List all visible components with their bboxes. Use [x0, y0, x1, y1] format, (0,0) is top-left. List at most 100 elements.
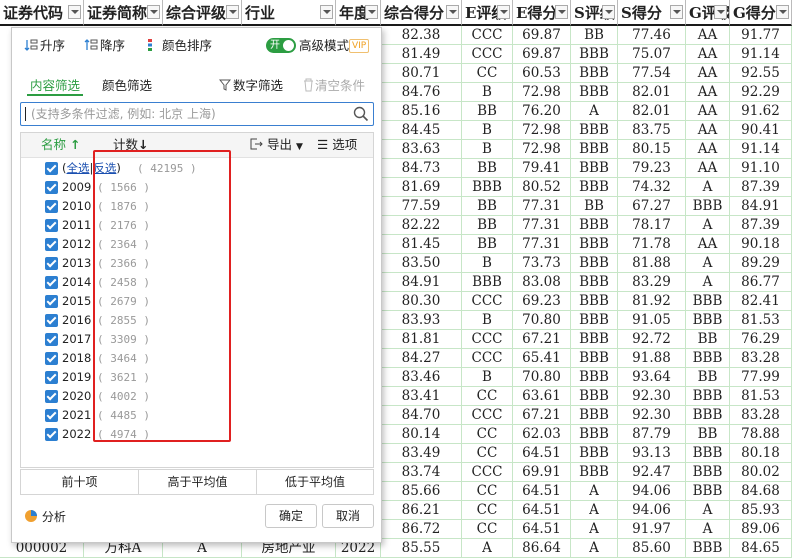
- table-cell[interactable]: 80.18: [730, 444, 792, 463]
- table-cell[interactable]: BBB: [686, 292, 730, 311]
- table-cell[interactable]: CC: [462, 444, 513, 463]
- checkbox[interactable]: [45, 238, 58, 251]
- checkbox[interactable]: [45, 428, 58, 441]
- table-cell[interactable]: 81.92: [618, 292, 686, 311]
- table-cell[interactable]: 77.31: [513, 235, 571, 254]
- table-cell[interactable]: 77.54: [618, 64, 686, 83]
- table-cell[interactable]: BBB: [571, 235, 618, 254]
- table-cell[interactable]: 87.39: [730, 216, 792, 235]
- table-cell[interactable]: B: [462, 368, 513, 387]
- column-header[interactable]: E得分: [513, 0, 571, 26]
- tab-content-filter[interactable]: 内容筛选: [30, 75, 80, 94]
- column-header[interactable]: S得分: [618, 0, 686, 26]
- options-button[interactable]: ☰ 选项: [317, 133, 357, 157]
- table-cell[interactable]: 81.53: [730, 387, 792, 406]
- table-cell[interactable]: AA: [686, 102, 730, 121]
- table-cell[interactable]: A: [686, 273, 730, 292]
- table-cell[interactable]: 94.06: [618, 501, 686, 520]
- column-header[interactable]: 证券简称: [84, 0, 163, 26]
- table-cell[interactable]: 82.01: [618, 102, 686, 121]
- table-cell[interactable]: 60.53: [513, 64, 571, 83]
- table-cell[interactable]: 70.80: [513, 311, 571, 330]
- checkbox[interactable]: [45, 371, 58, 384]
- column-header[interactable]: S评级: [571, 0, 618, 26]
- table-cell[interactable]: 83.75: [618, 121, 686, 140]
- table-cell[interactable]: B: [462, 140, 513, 159]
- cancel-button[interactable]: 取消: [322, 504, 374, 528]
- table-cell[interactable]: A: [571, 501, 618, 520]
- table-cell[interactable]: CC: [462, 501, 513, 520]
- table-cell[interactable]: BBB: [571, 273, 618, 292]
- table-cell[interactable]: A: [686, 178, 730, 197]
- table-cell[interactable]: 85.93: [730, 501, 792, 520]
- table-cell[interactable]: BBB: [571, 330, 618, 349]
- table-cell[interactable]: CC: [462, 482, 513, 501]
- table-cell[interactable]: 90.41: [730, 121, 792, 140]
- table-cell[interactable]: CC: [462, 64, 513, 83]
- column-header[interactable]: G评级: [686, 0, 730, 26]
- table-cell[interactable]: 80.15: [618, 140, 686, 159]
- table-cell[interactable]: AA: [686, 83, 730, 102]
- table-cell[interactable]: BBB: [686, 482, 730, 501]
- table-cell[interactable]: 63.61: [513, 387, 571, 406]
- table-cell[interactable]: 84.73: [381, 159, 462, 178]
- table-cell[interactable]: 94.06: [618, 482, 686, 501]
- table-cell[interactable]: 62.03: [513, 425, 571, 444]
- table-cell[interactable]: 82.41: [730, 292, 792, 311]
- table-cell[interactable]: 86.21: [381, 501, 462, 520]
- column-header[interactable]: 综合评级: [163, 0, 242, 26]
- export-button[interactable]: 导出 ▼: [249, 133, 303, 159]
- filter-dropdown-icon[interactable]: [776, 5, 789, 19]
- table-cell[interactable]: CCC: [462, 45, 513, 64]
- table-cell[interactable]: 69.87: [513, 26, 571, 45]
- table-cell[interactable]: 85.60: [618, 539, 686, 558]
- table-cell[interactable]: 90.18: [730, 235, 792, 254]
- table-cell[interactable]: 80.52: [513, 178, 571, 197]
- table-cell[interactable]: 64.51: [513, 501, 571, 520]
- table-cell[interactable]: 81.69: [381, 178, 462, 197]
- analyze-button[interactable]: 分析: [24, 508, 66, 525]
- table-cell[interactable]: 77.99: [730, 368, 792, 387]
- table-cell[interactable]: A: [571, 482, 618, 501]
- table-cell[interactable]: BBB: [686, 387, 730, 406]
- table-cell[interactable]: 85.16: [381, 102, 462, 121]
- table-cell[interactable]: 74.32: [618, 178, 686, 197]
- table-cell[interactable]: A: [686, 216, 730, 235]
- table-cell[interactable]: CCC: [462, 406, 513, 425]
- table-cell[interactable]: 84.65: [730, 539, 792, 558]
- color-sort-button[interactable]: 颜色排序: [146, 37, 212, 55]
- table-cell[interactable]: BBB: [571, 216, 618, 235]
- table-cell[interactable]: BB: [686, 368, 730, 387]
- table-cell[interactable]: BB: [686, 425, 730, 444]
- checkbox[interactable]: [45, 162, 58, 175]
- table-cell[interactable]: 77.31: [513, 197, 571, 216]
- table-cell[interactable]: CCC: [462, 26, 513, 45]
- filter-dropdown-icon[interactable]: [714, 5, 727, 19]
- filter-dropdown-icon[interactable]: [147, 5, 160, 19]
- table-cell[interactable]: 91.10: [730, 159, 792, 178]
- table-cell[interactable]: BBB: [571, 45, 618, 64]
- table-cell[interactable]: AA: [686, 45, 730, 64]
- filter-dropdown-icon[interactable]: [226, 5, 239, 19]
- table-cell[interactable]: 84.70: [381, 406, 462, 425]
- table-cell[interactable]: BBB: [571, 387, 618, 406]
- column-header[interactable]: 行业: [242, 0, 336, 26]
- table-cell[interactable]: AA: [686, 121, 730, 140]
- table-cell[interactable]: 80.30: [381, 292, 462, 311]
- table-cell[interactable]: 86.72: [381, 520, 462, 539]
- table-cell[interactable]: 64.51: [513, 520, 571, 539]
- table-cell[interactable]: 77.31: [513, 216, 571, 235]
- table-cell[interactable]: CCC: [462, 330, 513, 349]
- table-cell[interactable]: BB: [571, 26, 618, 45]
- advanced-mode-toggle[interactable]: 开: [266, 38, 296, 53]
- table-cell[interactable]: 83.08: [513, 273, 571, 292]
- table-cell[interactable]: 83.63: [381, 140, 462, 159]
- table-cell[interactable]: 85.55: [381, 539, 462, 558]
- below-average-button[interactable]: 低于平均值: [257, 470, 373, 494]
- table-cell[interactable]: AA: [686, 64, 730, 83]
- table-cell[interactable]: 64.51: [513, 444, 571, 463]
- table-cell[interactable]: B: [462, 254, 513, 273]
- table-cell[interactable]: A: [571, 520, 618, 539]
- table-cell[interactable]: CC: [462, 425, 513, 444]
- column-header[interactable]: 证券代码: [0, 0, 84, 26]
